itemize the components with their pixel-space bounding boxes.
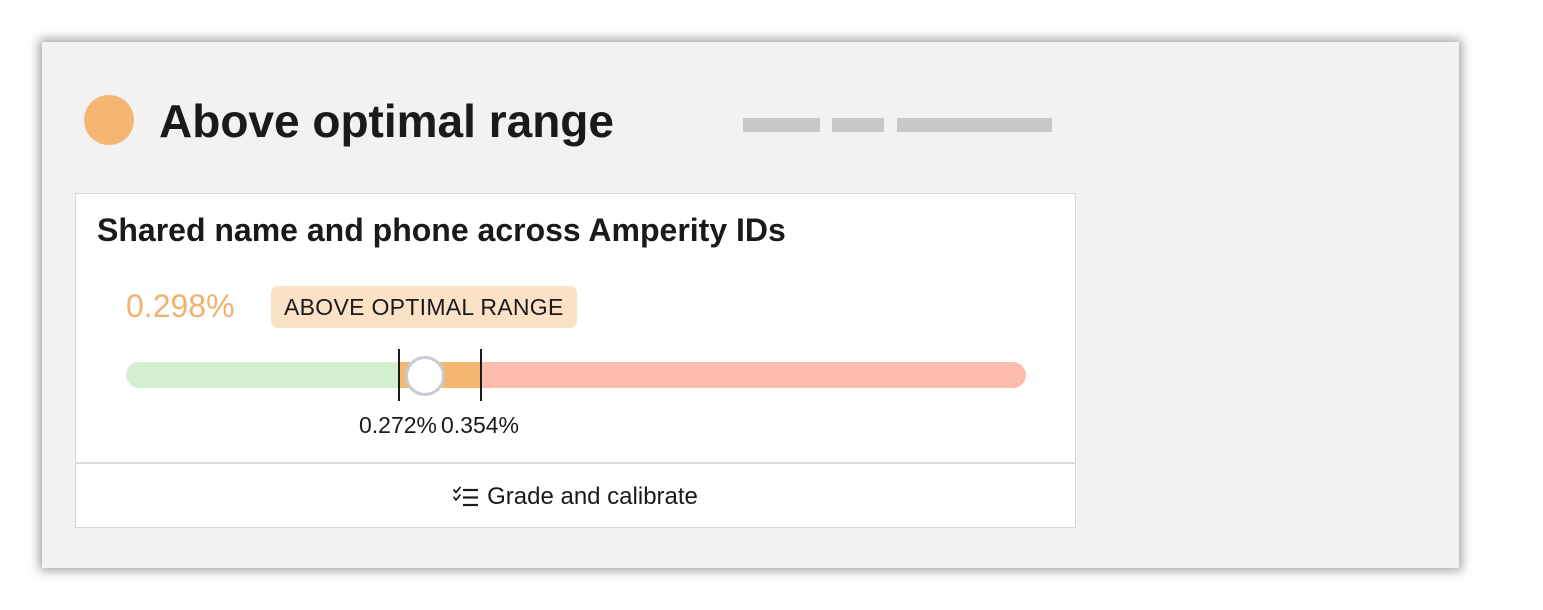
status-title: Above optimal range (159, 95, 614, 147)
placeholder-bar (897, 118, 1052, 132)
status-badge: ABOVE OPTIMAL RANGE (271, 286, 577, 328)
status-indicator-dot (84, 95, 134, 145)
placeholder-bar (743, 118, 820, 132)
threshold-tick-high (480, 349, 482, 401)
metric-card: Shared name and phone across Amperity ID… (75, 193, 1076, 528)
metric-title: Shared name and phone across Amperity ID… (97, 212, 786, 248)
grade-and-calibrate-label: Grade and calibrate (487, 482, 698, 510)
range-bar (126, 362, 1026, 388)
checklist-icon (453, 485, 479, 509)
placeholder-bar (832, 118, 884, 132)
metric-value: 0.298% (126, 288, 235, 324)
range-segment-below (126, 362, 398, 388)
threshold-tick-low (398, 349, 400, 401)
range-segment-high (480, 362, 1026, 388)
status-panel: Above optimal range Shared name and phon… (42, 42, 1459, 568)
current-value-marker (405, 356, 445, 396)
threshold-label-low: 0.272% (358, 412, 438, 438)
threshold-label-high: 0.354% (440, 412, 520, 438)
grade-and-calibrate-button[interactable]: Grade and calibrate (76, 462, 1075, 529)
